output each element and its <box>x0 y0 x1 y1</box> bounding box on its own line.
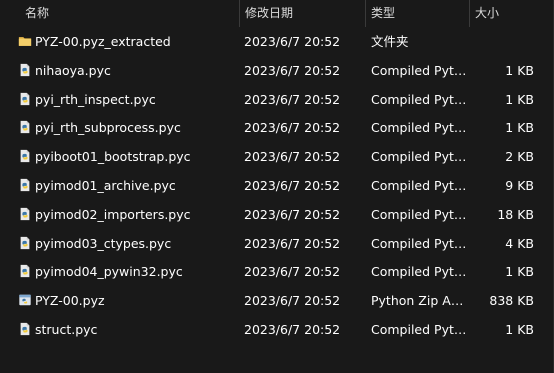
file-size: 9 KB <box>505 177 534 193</box>
folder-icon <box>18 30 32 46</box>
file-type: Compiled Pytho... <box>371 120 467 136</box>
file-row[interactable]: pyimod04_pywin32.pyc 2023/6/7 20:52 Compil… <box>0 258 554 287</box>
file-name: PYZ-00.pyz <box>35 293 105 309</box>
file-type: Compiled Pytho... <box>371 264 467 280</box>
file-type: Compiled Pytho... <box>371 62 467 78</box>
column-header-bar: ^ 名称 修改日期 类型 大小 <box>0 0 554 27</box>
file-name: struct.pyc <box>35 321 98 337</box>
file-date: 2023/6/7 20:52 <box>244 62 341 78</box>
python-file-icon <box>18 232 32 249</box>
file-size: 2 KB <box>505 149 534 165</box>
python-file-icon <box>18 203 32 220</box>
file-name-cell: pyimod02_importers.pyc <box>18 201 238 230</box>
file-name: pyimod03_ctypes.pyc <box>35 235 172 251</box>
file-name-cell: pyimod03_ctypes.pyc <box>18 230 238 259</box>
file-type: Compiled Pytho... <box>371 321 467 337</box>
file-date: 2023/6/7 20:52 <box>244 264 341 280</box>
file-name: pyiboot01_bootstrap.pyc <box>35 149 191 165</box>
file-name-cell: pyiboot01_bootstrap.pyc <box>18 143 238 172</box>
file-date: 2023/6/7 20:52 <box>244 321 341 337</box>
python-file-icon <box>18 174 32 192</box>
python-file-icon <box>18 260 32 278</box>
file-name: pyi_rth_inspect.pyc <box>35 91 156 107</box>
file-size: 1 KB <box>505 321 534 337</box>
python-zip-icon <box>18 289 32 306</box>
column-header-date[interactable]: 修改日期 <box>240 0 364 27</box>
file-name-cell: PYZ-00.pyz_extracted <box>18 28 238 57</box>
file-type: Compiled Pytho... <box>371 235 467 251</box>
file-name: pyimod01_archive.pyc <box>35 177 176 193</box>
file-size: 1 KB <box>505 264 534 280</box>
file-date: 2023/6/7 20:52 <box>244 177 341 193</box>
python-file-icon <box>18 116 32 134</box>
file-type: Compiled Pytho... <box>371 91 467 107</box>
file-row[interactable]: PYZ-00.pyz 2023/6/7 20:52 Python Zip Appli… <box>0 287 554 316</box>
file-name-cell: pyi_rth_subprocess.pyc <box>18 114 238 143</box>
file-size: 1 KB <box>505 91 534 107</box>
file-row[interactable]: pyimod01_archive.pyc 2023/6/7 20:52 Compil… <box>0 172 554 201</box>
file-row[interactable]: pyi_rth_inspect.pyc 2023/6/7 20:52 Compile… <box>0 86 554 115</box>
file-date: 2023/6/7 20:52 <box>244 34 341 49</box>
file-type: Compiled Pytho... <box>371 149 467 165</box>
file-row[interactable]: pyimod02_importers.pyc 2023/6/7 20:52 Comp… <box>0 201 554 230</box>
column-header-type[interactable]: 类型 <box>366 0 468 27</box>
python-file-icon <box>18 318 32 336</box>
file-list: PYZ-00.pyz_extracted 2023/6/7 20:52 文件夹 nih… <box>0 28 554 345</box>
file-size: 838 KB <box>489 293 534 309</box>
file-row[interactable]: pyi_rth_subprocess.pyc 2023/6/7 20:52 Comp… <box>0 114 554 143</box>
file-date: 2023/6/7 20:52 <box>244 235 341 251</box>
python-file-icon <box>18 59 32 76</box>
file-name: nihaoya.pyc <box>35 62 111 78</box>
file-row[interactable]: pyimod03_ctypes.pyc 2023/6/7 20:52 Compile… <box>0 230 554 259</box>
file-size: 4 KB <box>505 235 534 251</box>
file-row[interactable]: nihaoya.pyc 2023/6/7 20:52 Compiled Pytho.… <box>0 57 554 86</box>
file-name: PYZ-00.pyz_extracted <box>35 34 171 49</box>
file-type: Compiled Pytho... <box>371 206 467 222</box>
file-name-cell: PYZ-00.pyz <box>18 287 238 316</box>
file-name-cell: pyimod04_pywin32.pyc <box>18 258 238 287</box>
file-row[interactable]: struct.pyc 2023/6/7 20:52 Compiled Pytho..… <box>0 316 554 345</box>
file-name-cell: nihaoya.pyc <box>18 57 238 86</box>
column-header-size[interactable]: 大小 <box>470 0 540 27</box>
file-type: Python Zip Appli... <box>371 293 467 309</box>
file-size: 1 KB <box>505 120 534 136</box>
file-date: 2023/6/7 20:52 <box>244 293 341 309</box>
python-file-icon <box>18 88 32 105</box>
file-name: pyimod02_importers.pyc <box>35 206 191 222</box>
file-date: 2023/6/7 20:52 <box>244 149 341 165</box>
file-date: 2023/6/7 20:52 <box>244 206 341 222</box>
file-name-cell: pyimod01_archive.pyc <box>18 172 238 201</box>
file-explorer-list: ^ 名称 修改日期 类型 大小 PYZ-00.pyz_extracted 2023… <box>0 0 554 373</box>
file-date: 2023/6/7 20:52 <box>244 120 341 136</box>
file-row[interactable]: PYZ-00.pyz_extracted 2023/6/7 20:52 文件夹 <box>0 28 554 57</box>
file-name-cell: pyi_rth_inspect.pyc <box>18 86 238 115</box>
file-name-cell: struct.pyc <box>18 316 238 345</box>
column-header-date-label: 修改日期 <box>245 6 294 20</box>
file-date: 2023/6/7 20:52 <box>244 91 341 107</box>
column-header-type-label: 类型 <box>371 6 396 20</box>
file-name: pyi_rth_subprocess.pyc <box>35 120 181 136</box>
column-header-size-label: 大小 <box>475 6 500 20</box>
file-name: pyimod04_pywin32.pyc <box>35 264 183 280</box>
file-type: Compiled Pytho... <box>371 177 467 193</box>
file-size: 18 KB <box>497 206 534 222</box>
file-row[interactable]: pyiboot01_bootstrap.pyc 2023/6/7 20:52 Com… <box>0 143 554 172</box>
file-size: 1 KB <box>505 62 534 78</box>
column-header-name-label: 名称 <box>25 6 50 20</box>
column-header-name[interactable]: 名称 <box>20 0 238 27</box>
python-file-icon <box>18 145 32 163</box>
file-type: 文件夹 <box>371 34 409 49</box>
file-size <box>470 28 534 57</box>
